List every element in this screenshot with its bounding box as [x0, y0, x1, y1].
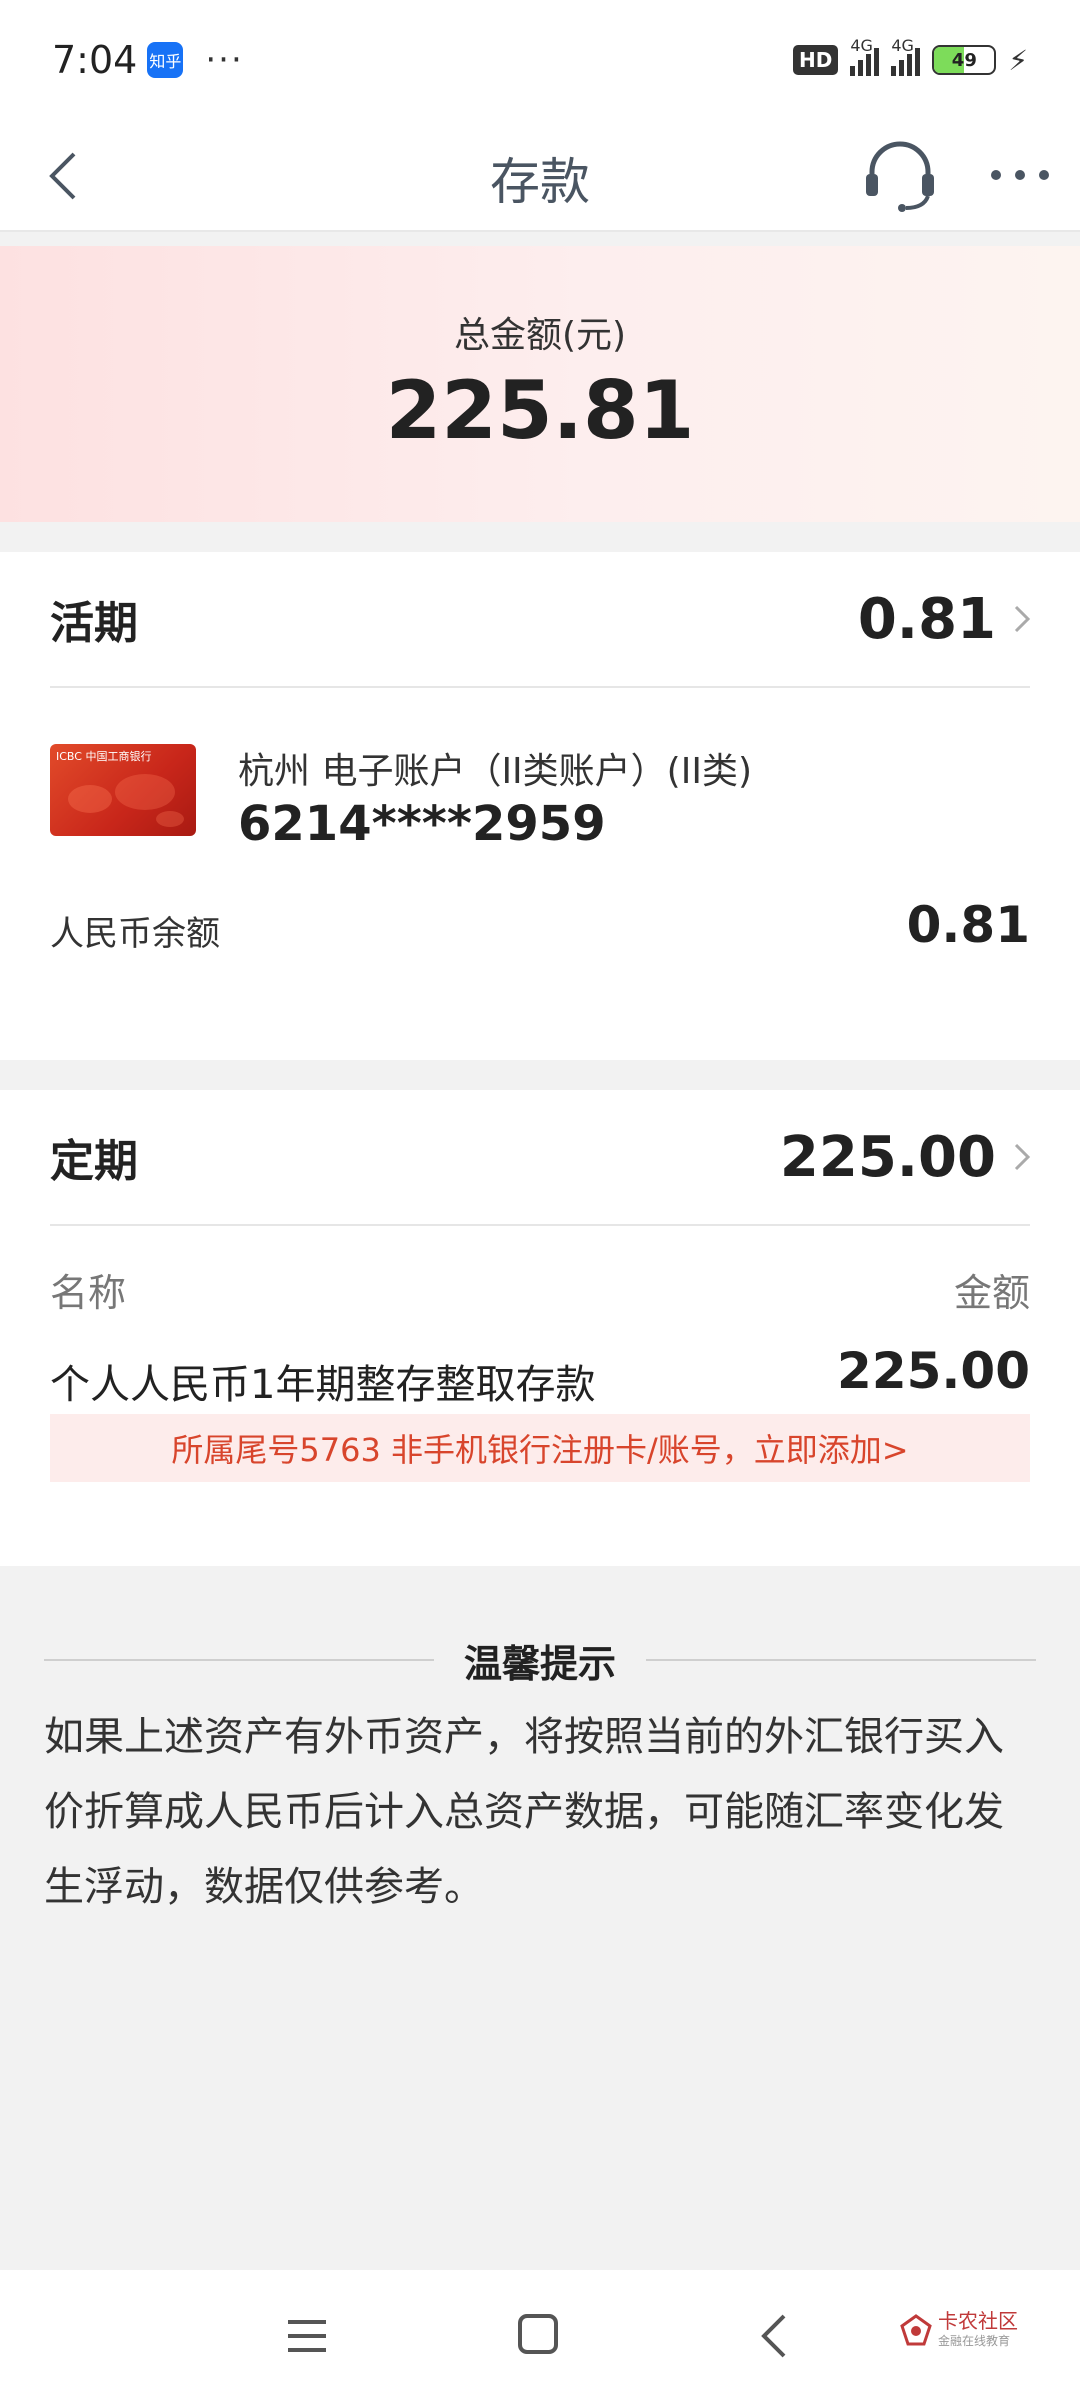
fixed-header[interactable]: 定期 225.00: [50, 1090, 1031, 1226]
kanong-logo-icon: [900, 2313, 932, 2345]
tips-header: 温馨提示: [44, 1630, 1037, 1690]
network-type-1: 4G: [850, 36, 873, 55]
rmb-balance-label: 人民币余额: [50, 914, 220, 954]
headset-icon[interactable]: [862, 136, 938, 216]
demand-amount: 0.81: [857, 586, 996, 652]
demand-title: 活期: [50, 598, 138, 649]
nav-bar: 存款: [0, 120, 1080, 232]
watermark: 卡农社区 金融在线教育: [900, 2310, 1018, 2349]
system-back-icon[interactable]: [756, 2312, 792, 2360]
deposit-product-amount: 225.00: [837, 1342, 1030, 1400]
signal-icon-1: 4G: [850, 36, 880, 76]
chevron-right-icon: [1014, 1143, 1031, 1171]
world-map-pattern: [68, 774, 184, 827]
zhihu-app-icon: 知乎: [147, 42, 184, 78]
total-label: 总金额(元): [453, 315, 627, 356]
status-bar: 7:04 知乎 ··· HD 4G 4G 49 ⚡︎: [0, 0, 1080, 120]
deposit-product-name[interactable]: 个人人民币1年期整存整取存款: [50, 1352, 595, 1410]
fixed-title: 定期: [50, 1136, 138, 1187]
account-name: 杭州 电子账户（II类账户）(II类): [238, 751, 753, 792]
battery-icon: 49: [932, 45, 997, 75]
hd-volte-icon: HD: [792, 45, 839, 75]
demand-header[interactable]: 活期 0.81: [50, 552, 1031, 688]
divider-left: [44, 1659, 434, 1661]
watermark-title: 卡农社区: [938, 2309, 1018, 2333]
status-indicators: HD 4G 4G 49 ⚡︎: [792, 36, 1028, 77]
fixed-deposit-card: 定期 225.00 名称 金额 个人人民币1年期整存整取存款 225.00 所属…: [0, 1090, 1080, 1566]
menu-icon[interactable]: [284, 2316, 330, 2356]
more-notifications-icon: ···: [205, 40, 244, 80]
account-number: 6214****2959: [238, 796, 606, 852]
signal-icon-2: 4G: [891, 36, 921, 76]
tips-title: 温馨提示: [464, 1641, 617, 1686]
total-balance-banner: 总金额(元) 225.81: [0, 246, 1080, 522]
network-type-2: 4G: [891, 36, 914, 55]
status-time: 7:04: [52, 38, 138, 82]
demand-deposit-card: 活期 0.81 ICBC 中国工商银行 杭州 电子账户（II类账户）(II类) …: [0, 552, 1080, 1060]
fixed-amount: 225.00: [779, 1124, 996, 1190]
add-account-notice[interactable]: 所属尾号5763 非手机银行注册卡/账号，立即添加>: [50, 1414, 1030, 1482]
system-nav-bar: 卡农社区 金融在线教育: [0, 2270, 1080, 2400]
more-dots-icon[interactable]: [988, 150, 1052, 200]
watermark-subtitle: 金融在线教育: [938, 2334, 1011, 2348]
tips-body: 如果上述资产有外币资产，将按照当前的外汇银行买入价折算成人民币后计入总资产数据，…: [44, 1714, 1004, 1910]
rmb-balance-value: 0.81: [906, 896, 1030, 954]
battery-level: 49: [951, 49, 977, 71]
total-value: 225.81: [385, 364, 695, 457]
column-header-name: 名称: [50, 1271, 127, 1315]
divider-right: [646, 1659, 1037, 1661]
chevron-right-icon: [1014, 605, 1031, 633]
home-icon[interactable]: [516, 2312, 560, 2356]
charging-icon: ⚡︎: [1008, 43, 1028, 77]
column-header-amount: 金额: [953, 1271, 1030, 1315]
bank-card-thumbnail: ICBC 中国工商银行: [50, 744, 196, 836]
